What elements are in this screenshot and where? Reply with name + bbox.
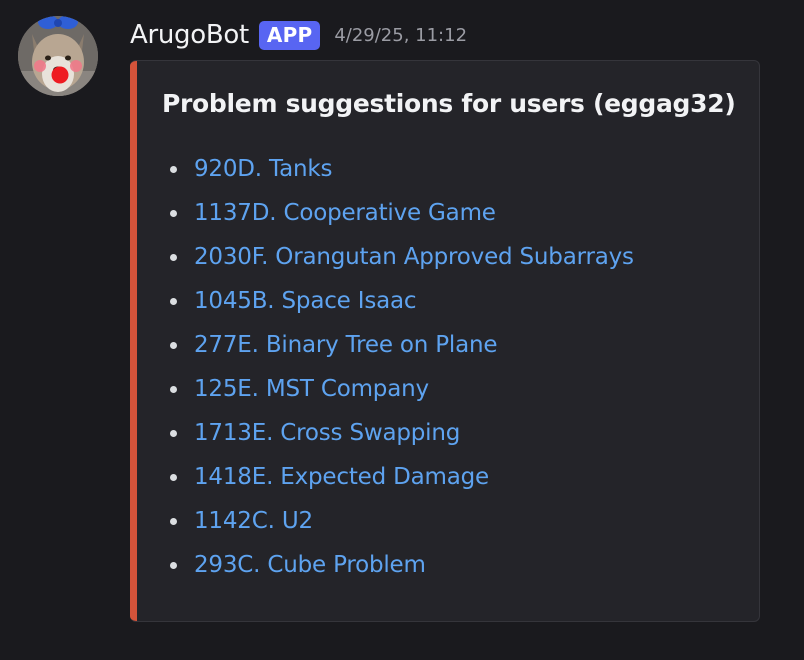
- list-item: 1045B. Space Isaac: [162, 279, 634, 323]
- problem-link[interactable]: 920D. Tanks: [194, 156, 332, 182]
- app-badge: APP: [258, 20, 321, 50]
- list-item: 1137D. Cooperative Game: [162, 191, 634, 235]
- list-item: 293C. Cube Problem: [162, 543, 634, 587]
- list-item: 920D. Tanks: [162, 147, 634, 191]
- embed-card: Problem suggestions for users (eggag32) …: [130, 60, 760, 622]
- bullet-icon: [170, 561, 177, 569]
- bullet-icon: [170, 297, 177, 305]
- problem-link[interactable]: 2030F. Orangutan Approved Subarrays: [194, 244, 634, 270]
- list-item: 1713E. Cross Swapping: [162, 411, 634, 455]
- problem-link[interactable]: 1045B. Space Isaac: [194, 288, 417, 314]
- bullet-icon: [170, 209, 177, 217]
- list-item: 1418E. Expected Damage: [162, 455, 634, 499]
- bot-avatar[interactable]: [18, 16, 98, 96]
- problem-link[interactable]: 1418E. Expected Damage: [194, 464, 489, 490]
- list-item: 277E. Binary Tree on Plane: [162, 323, 634, 367]
- problem-link[interactable]: 1137D. Cooperative Game: [194, 200, 496, 226]
- chat-message: ArugoBot APP 4/29/25, 11:12 Problem sugg…: [0, 0, 804, 660]
- list-item: 125E. MST Company: [162, 367, 634, 411]
- problem-link[interactable]: 293C. Cube Problem: [194, 552, 426, 578]
- embed-accent-bar: [130, 61, 137, 621]
- problem-link[interactable]: 125E. MST Company: [194, 376, 429, 402]
- bullet-icon: [170, 165, 177, 173]
- bullet-icon: [170, 385, 177, 393]
- embed-title: Problem suggestions for users (eggag32): [162, 89, 736, 118]
- list-item: 1142C. U2: [162, 499, 634, 543]
- bullet-icon: [170, 253, 177, 261]
- problem-link[interactable]: 277E. Binary Tree on Plane: [194, 332, 498, 358]
- bullet-icon: [170, 517, 177, 525]
- wolf-avatar-icon: [18, 16, 98, 96]
- problem-link[interactable]: 1142C. U2: [194, 508, 313, 534]
- problem-link[interactable]: 1713E. Cross Swapping: [194, 420, 460, 446]
- problem-list: 920D. Tanks 1137D. Cooperative Game 2030…: [162, 147, 634, 587]
- bullet-icon: [170, 341, 177, 349]
- message-header: ArugoBot APP 4/29/25, 11:12: [130, 14, 467, 56]
- bullet-icon: [170, 429, 177, 437]
- list-item: 2030F. Orangutan Approved Subarrays: [162, 235, 634, 279]
- bullet-icon: [170, 473, 177, 481]
- username[interactable]: ArugoBot: [130, 20, 249, 50]
- timestamp[interactable]: 4/29/25, 11:12: [334, 25, 467, 46]
